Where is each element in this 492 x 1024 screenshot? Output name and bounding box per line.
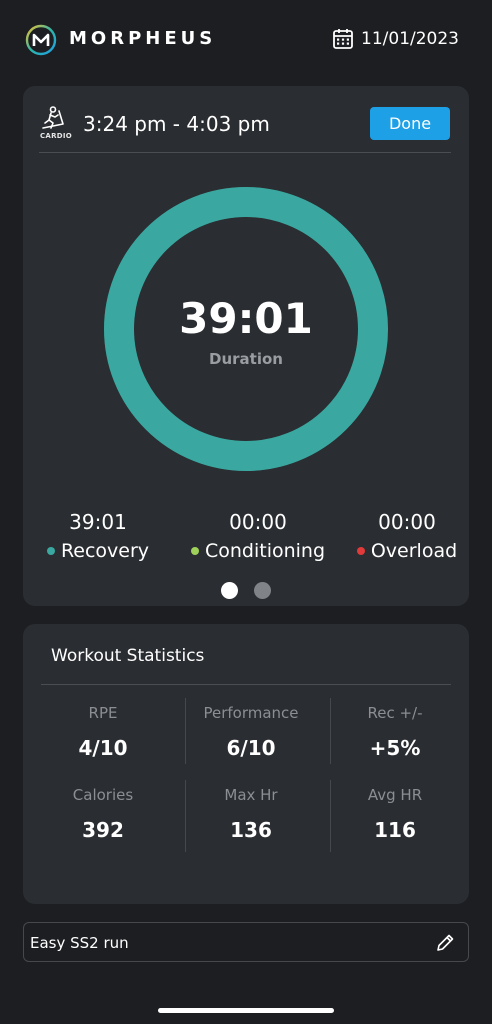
stat-label: Avg HR xyxy=(367,786,423,804)
workout-type: CARDIO xyxy=(39,106,73,144)
stat-label: Max Hr xyxy=(224,786,278,804)
stat-performance: Performance 6/10 xyxy=(181,704,321,760)
stat-value: 6/10 xyxy=(226,736,276,760)
stat-max-hr: Max Hr 136 xyxy=(181,786,321,842)
zone-value: 39:01 xyxy=(69,510,127,534)
app-header: MORPHEUS 11/01/2023 xyxy=(0,0,492,80)
conditioning-dot-icon xyxy=(190,547,199,555)
date-text: 11/01/2023 xyxy=(361,29,459,49)
stat-rpe: RPE 4/10 xyxy=(33,704,173,760)
zone-label: Conditioning xyxy=(204,540,326,562)
pencil-icon[interactable] xyxy=(434,932,456,954)
stat-label: Calories xyxy=(72,786,134,804)
calendar-icon xyxy=(333,29,353,49)
stat-calories: Calories 392 xyxy=(33,786,173,842)
zone-conditioning: 00:00 Conditioning xyxy=(183,510,333,562)
done-button[interactable]: Done xyxy=(370,107,450,140)
zone-value: 00:00 xyxy=(229,510,287,534)
stat-label: Performance xyxy=(203,704,299,722)
stat-value: 392 xyxy=(82,818,124,842)
duration-value: 39:01 xyxy=(179,294,313,343)
workout-type-label: CARDIO xyxy=(39,132,73,140)
divider xyxy=(39,152,451,153)
stat-value: 116 xyxy=(374,818,416,842)
zone-overload: 00:00 Overload xyxy=(351,510,463,562)
brand-name: MORPHEUS xyxy=(69,28,217,49)
stats-title: Workout Statistics xyxy=(51,646,205,666)
workout-time-range: 3:24 pm - 4:03 pm xyxy=(83,112,270,136)
stat-label: RPE xyxy=(88,704,118,722)
page-dot-1[interactable] xyxy=(221,582,238,599)
recovery-dot-icon xyxy=(46,547,55,555)
stat-label: Rec +/- xyxy=(367,704,423,722)
divider xyxy=(41,684,451,685)
notes-text: Easy SS2 run xyxy=(30,934,129,952)
treadmill-icon xyxy=(42,106,64,129)
zone-value: 00:00 xyxy=(378,510,436,534)
workout-notes-field[interactable]: Easy SS2 run xyxy=(23,922,469,962)
workout-detail-screen: MORPHEUS 11/01/2023 CARDIO 3:24 pm - 4:0… xyxy=(0,0,492,1024)
zone-label: Overload xyxy=(370,540,458,562)
page-indicator xyxy=(23,582,469,599)
date-picker[interactable]: 11/01/2023 xyxy=(332,28,459,50)
morpheus-logo-icon xyxy=(25,24,57,56)
overload-dot-icon xyxy=(356,547,365,555)
stat-recovery-change: Rec +/- +5% xyxy=(325,704,465,760)
home-indicator[interactable] xyxy=(158,1008,334,1013)
workout-statistics-card: Workout Statistics RPE 4/10 Performance … xyxy=(23,624,469,904)
zone-recovery: 39:01 Recovery xyxy=(33,510,163,562)
zone-label: Recovery xyxy=(60,540,150,562)
duration-label: Duration xyxy=(209,350,283,368)
stat-avg-hr: Avg HR 116 xyxy=(325,786,465,842)
workout-summary-card: CARDIO 3:24 pm - 4:03 pm Done 39:01 Dura… xyxy=(23,86,469,606)
stat-value: +5% xyxy=(369,736,421,760)
page-dot-2[interactable] xyxy=(254,582,271,599)
stat-value: 136 xyxy=(230,818,272,842)
stat-value: 4/10 xyxy=(78,736,128,760)
